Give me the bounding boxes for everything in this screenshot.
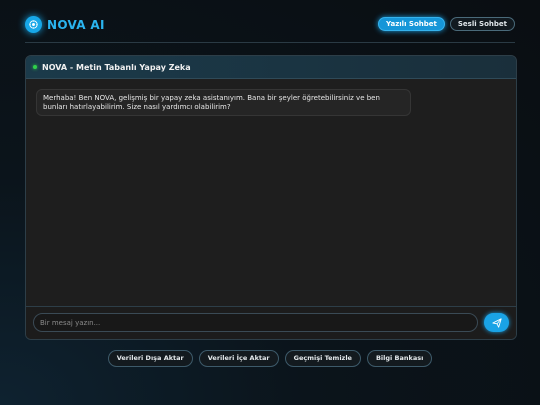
send-icon xyxy=(491,317,502,328)
app-title: NOVA AI xyxy=(47,17,105,32)
app-header: NOVA AI Yazılı Sohbet Sesli Sohbet xyxy=(25,14,515,43)
message-input-bar xyxy=(26,306,516,339)
knowledge-base-button[interactable]: Bilgi Bankası xyxy=(366,350,433,367)
brain-icon xyxy=(25,16,42,33)
send-button[interactable] xyxy=(484,313,509,332)
import-data-button[interactable]: Verileri İçe Aktar xyxy=(198,350,279,367)
action-bar: Verileri Dışa Aktar Verileri İçe Aktar G… xyxy=(0,350,540,367)
export-data-button[interactable]: Verileri Dışa Aktar xyxy=(107,350,193,367)
logo: NOVA AI xyxy=(25,16,105,33)
chat-header: NOVA - Metin Tabanlı Yapay Zeka xyxy=(26,56,516,79)
text-chat-button[interactable]: Yazılı Sohbet xyxy=(378,17,445,31)
assistant-message: Merhaba! Ben NOVA, gelişmiş bir yapay ze… xyxy=(36,89,411,116)
chat-title: NOVA - Metin Tabanlı Yapay Zeka xyxy=(42,62,191,72)
chat-panel: NOVA - Metin Tabanlı Yapay Zeka Merhaba!… xyxy=(25,55,517,340)
mode-switch: Yazılı Sohbet Sesli Sohbet xyxy=(378,17,515,31)
online-status-indicator xyxy=(33,65,37,69)
message-input[interactable] xyxy=(33,313,478,332)
clear-history-button[interactable]: Geçmişi Temizle xyxy=(284,350,361,367)
voice-chat-button[interactable]: Sesli Sohbet xyxy=(449,17,515,31)
